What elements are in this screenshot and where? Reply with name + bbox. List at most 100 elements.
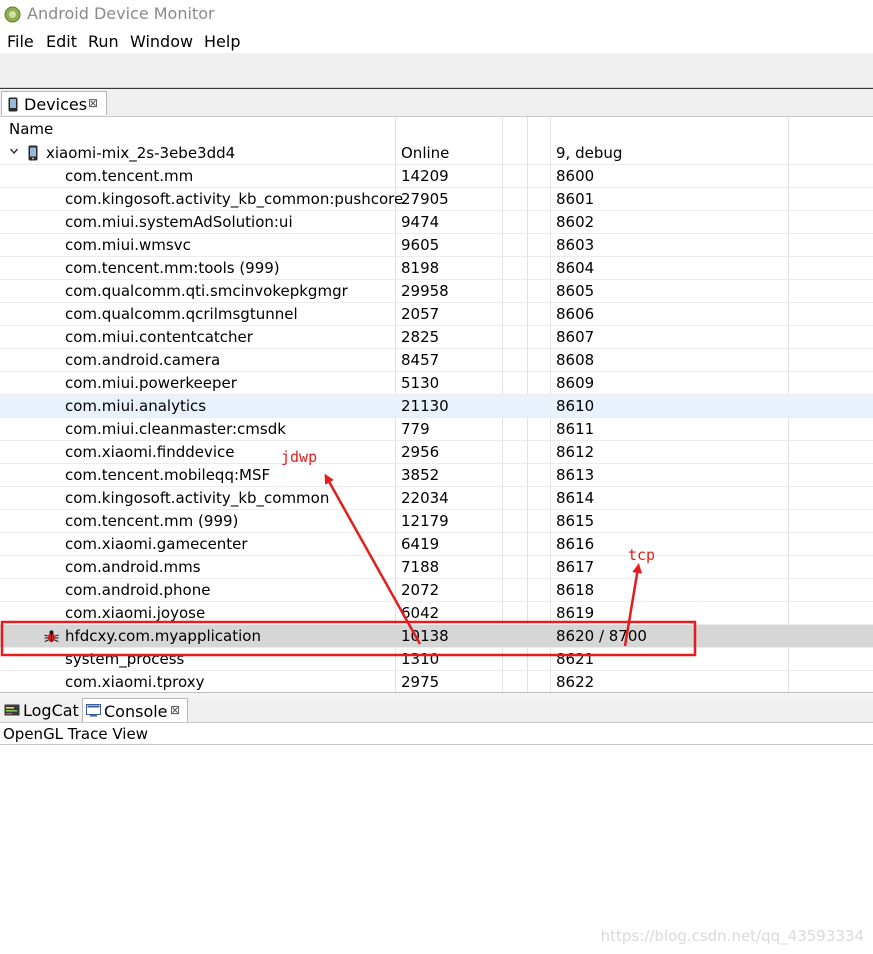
process-name: com.android.phone xyxy=(65,581,211,599)
process-pid: 6042 xyxy=(401,604,440,622)
process-port: 8615 xyxy=(556,512,595,530)
process-port: 8605 xyxy=(556,282,595,300)
process-pid: 21130 xyxy=(401,397,449,415)
tab-devices[interactable]: Devices ⊠ xyxy=(1,91,107,115)
process-name: com.miui.wmsvc xyxy=(65,236,191,254)
chevron-down-icon[interactable] xyxy=(9,146,19,156)
process-pid: 9474 xyxy=(401,213,440,231)
tab-console[interactable]: Console ⊠ xyxy=(82,698,188,722)
table-row[interactable]: com.miui.analytics 21130 8610 xyxy=(0,395,873,418)
process-pid: 22034 xyxy=(401,489,449,507)
table-row[interactable]: com.qualcomm.qti.smcinvokepkgmgr 29958 860… xyxy=(0,280,873,303)
close-icon[interactable]: ⊠ xyxy=(170,703,180,717)
device-row[interactable]: xiaomi-mix_2s-3ebe3dd4 Online 9, debug xyxy=(0,142,873,165)
table-row[interactable]: hfdcxy.com.myapplication 10138 8620 / 8700 xyxy=(0,625,873,648)
process-pid: 2072 xyxy=(401,581,440,599)
process-pid: 2825 xyxy=(401,328,440,346)
process-pid: 2956 xyxy=(401,443,440,461)
process-pid: 12179 xyxy=(401,512,449,530)
process-name: com.tencent.mm xyxy=(65,167,194,185)
process-port: 8607 xyxy=(556,328,595,346)
process-name: com.tencent.mm:tools (999) xyxy=(65,259,280,277)
process-pid: 2057 xyxy=(401,305,440,323)
process-pid: 7188 xyxy=(401,558,440,576)
tcp-label: tcp xyxy=(628,546,656,564)
table-row[interactable]: com.qualcomm.qcrilmsgtunnel 2057 8606 xyxy=(0,303,873,326)
table-row[interactable]: com.xiaomi.gamecenter 6419 8616 xyxy=(0,533,873,556)
logcat-icon xyxy=(4,704,20,716)
table-row[interactable]: com.android.camera 8457 8608 xyxy=(0,349,873,372)
process-pid: 5130 xyxy=(401,374,440,392)
menu-bar: File Edit Run Window Help xyxy=(0,30,873,53)
android-monitor-icon xyxy=(4,6,21,23)
process-name: com.xiaomi.gamecenter xyxy=(65,535,248,553)
menu-file[interactable]: File xyxy=(7,32,34,51)
process-name: com.kingosoft.activity_kb_common xyxy=(65,489,330,507)
process-pid: 3852 xyxy=(401,466,440,484)
process-port: 8614 xyxy=(556,489,595,507)
console-output[interactable] xyxy=(0,745,873,954)
process-port: 8601 xyxy=(556,190,595,208)
process-port: 8604 xyxy=(556,259,595,277)
process-name: com.miui.contentcatcher xyxy=(65,328,253,346)
process-port: 8612 xyxy=(556,443,595,461)
devices-table: Name xiaomi-mix_2s-3ebe3dd4 Online 9, de… xyxy=(0,117,873,692)
title-bar: Android Device Monitor xyxy=(0,0,873,30)
close-icon[interactable]: ⊠ xyxy=(88,96,98,110)
phone-icon xyxy=(8,97,18,112)
process-pid: 1310 xyxy=(401,650,440,668)
table-row[interactable]: com.tencent.mm (999) 12179 8615 xyxy=(0,510,873,533)
process-port: 8617 xyxy=(556,558,595,576)
process-pid: 6419 xyxy=(401,535,440,553)
process-port: 8609 xyxy=(556,374,595,392)
tab-console-label: Console xyxy=(104,702,168,721)
table-row[interactable]: com.miui.cleanmaster:cmsdk 779 8611 xyxy=(0,418,873,441)
table-row[interactable]: com.miui.contentcatcher 2825 8607 xyxy=(0,326,873,349)
process-name: com.qualcomm.qti.smcinvokepkgmgr xyxy=(65,282,348,300)
table-row[interactable]: system_process 1310 8621 xyxy=(0,648,873,671)
process-pid: 9605 xyxy=(401,236,440,254)
table-row[interactable]: com.android.mms 7188 8617 xyxy=(0,556,873,579)
process-port: 8622 xyxy=(556,673,595,691)
table-row[interactable]: com.android.phone 2072 8618 xyxy=(0,579,873,602)
process-name: com.miui.analytics xyxy=(65,397,207,415)
process-port: 8621 xyxy=(556,650,595,668)
table-row[interactable]: com.miui.powerkeeper 5130 8609 xyxy=(0,372,873,395)
table-row[interactable]: com.tencent.mm 14209 8600 xyxy=(0,165,873,188)
opengl-trace-view-label: OpenGL Trace View xyxy=(3,725,148,743)
tab-logcat[interactable]: LogCat xyxy=(0,698,80,722)
table-row[interactable]: com.kingosoft.activity_kb_common:pushcor… xyxy=(0,188,873,211)
process-pid: 8198 xyxy=(401,259,440,277)
table-row[interactable]: com.tencent.mm:tools (999) 8198 8604 xyxy=(0,257,873,280)
process-pid: 29958 xyxy=(401,282,449,300)
menu-window[interactable]: Window xyxy=(130,32,193,51)
table-row[interactable]: com.miui.systemAdSolution:ui 9474 8602 xyxy=(0,211,873,234)
process-name: com.android.camera xyxy=(65,351,221,369)
menu-edit[interactable]: Edit xyxy=(46,32,77,51)
table-row[interactable]: com.miui.wmsvc 9605 8603 xyxy=(0,234,873,257)
table-header: Name xyxy=(0,117,873,142)
table-row[interactable]: com.xiaomi.tproxy 2975 8622 xyxy=(0,671,873,692)
phone-icon xyxy=(28,145,38,161)
process-pid: 2975 xyxy=(401,673,440,691)
process-pid: 779 xyxy=(401,420,430,438)
device-info: 9, debug xyxy=(556,144,623,162)
menu-run[interactable]: Run xyxy=(88,32,119,51)
device-status: Online xyxy=(401,144,450,162)
process-port: 8603 xyxy=(556,236,595,254)
console-icon xyxy=(86,704,101,717)
table-row[interactable]: com.xiaomi.joyose 6042 8619 xyxy=(0,602,873,625)
process-name: com.xiaomi.finddevice xyxy=(65,443,235,461)
process-port: 8610 xyxy=(556,397,595,415)
device-name: xiaomi-mix_2s-3ebe3dd4 xyxy=(46,144,236,162)
process-pid: 27905 xyxy=(401,190,449,208)
tab-logcat-label: LogCat xyxy=(23,701,79,720)
process-name: com.tencent.mobileqq:MSF xyxy=(65,466,271,484)
process-name: com.miui.systemAdSolution:ui xyxy=(65,213,293,231)
table-row[interactable]: com.xiaomi.finddevice 2956 8612 xyxy=(0,441,873,464)
column-header-name[interactable]: Name xyxy=(9,120,53,138)
table-row[interactable]: com.kingosoft.activity_kb_common 22034 861… xyxy=(0,487,873,510)
process-name: com.android.mms xyxy=(65,558,201,576)
table-row[interactable]: com.tencent.mobileqq:MSF 3852 8613 xyxy=(0,464,873,487)
menu-help[interactable]: Help xyxy=(204,32,240,51)
